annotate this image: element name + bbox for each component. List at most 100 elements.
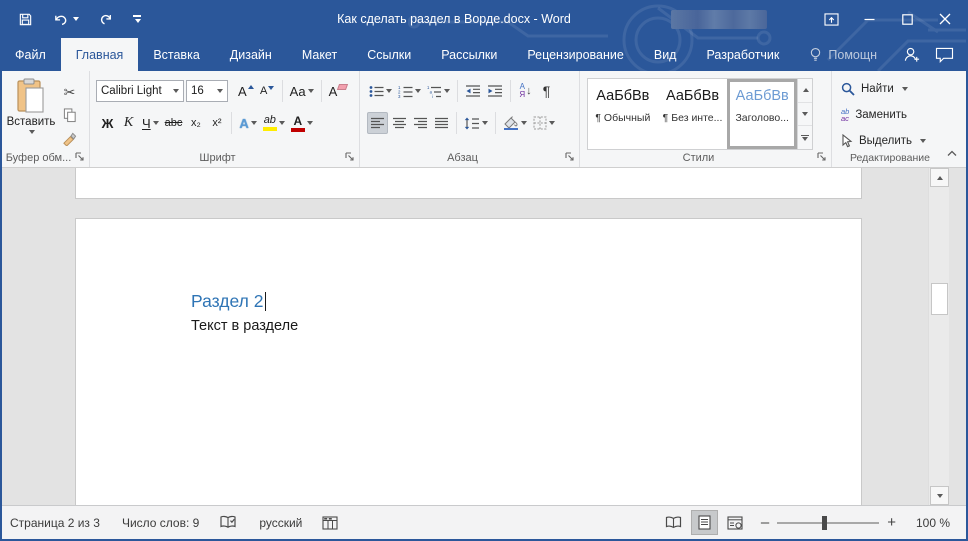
page-1-bottom[interactable] (75, 168, 862, 199)
tab-review[interactable]: Рецензирование (512, 38, 639, 71)
replace-button[interactable]: ab ac Заменить (841, 104, 907, 126)
page-indicator[interactable]: Страница 2 из 3 (10, 516, 100, 530)
align-center-button[interactable] (390, 112, 409, 134)
scroll-up-button[interactable] (930, 168, 949, 187)
ribbon-tab-row: Файл Главная Вставка Дизайн Макет Ссылки… (0, 38, 968, 71)
document-heading[interactable]: Раздел 2 (191, 291, 266, 312)
zoom-in-button[interactable]: + (879, 514, 904, 531)
styles-dialog-launcher[interactable] (816, 151, 827, 162)
line-spacing-icon (464, 117, 480, 130)
zoom-out-button[interactable]: – (753, 514, 777, 531)
read-mode-button[interactable] (660, 510, 687, 535)
sort-button[interactable]: А Я ↓ (516, 80, 535, 102)
style-no-spacing[interactable]: АаБбВв ¶ Без инте... (658, 79, 728, 149)
align-left-button[interactable] (367, 112, 388, 134)
clipboard-dialog-launcher[interactable] (74, 151, 85, 162)
tab-mailings[interactable]: Рассылки (426, 38, 512, 71)
tab-file[interactable]: Файл (0, 38, 61, 71)
styles-scroll-down[interactable] (798, 103, 812, 127)
tab-tell-me[interactable]: Помощн (794, 38, 892, 71)
justify-button[interactable] (432, 112, 451, 134)
select-button[interactable]: Выделить (841, 130, 926, 152)
style-heading[interactable]: АаБбВв Заголово... (727, 79, 797, 149)
tab-view[interactable]: Вид (639, 38, 692, 71)
font-name-combo[interactable]: Calibri Light (96, 80, 184, 102)
save-button[interactable] (16, 6, 35, 32)
style-normal[interactable]: АаБбВв ¶ Обычный (588, 79, 658, 149)
paragraph-dialog-launcher[interactable] (564, 151, 575, 162)
cut-button[interactable]: ✂ (60, 81, 79, 103)
strikethrough-button[interactable]: abc (163, 112, 185, 134)
format-painter-button[interactable] (60, 127, 79, 149)
tab-design[interactable]: Дизайн (215, 38, 287, 71)
paste-button[interactable]: Вставить (5, 78, 57, 160)
undo-button[interactable] (50, 6, 81, 32)
line-spacing-button[interactable] (462, 112, 490, 134)
multilevel-list-button[interactable]: 1 a i (425, 80, 452, 102)
clear-formatting-button[interactable]: A (327, 80, 350, 102)
styles-scroll-up[interactable] (798, 79, 812, 103)
change-case-button[interactable]: Aa (288, 80, 316, 102)
show-marks-button[interactable]: ¶ (537, 80, 556, 102)
scrollbar-thumb[interactable] (931, 283, 948, 315)
tab-layout[interactable]: Макет (287, 38, 352, 71)
document-body-text[interactable]: Текст в разделе (191, 318, 298, 334)
borders-button[interactable] (531, 112, 557, 134)
customize-quick-access-button[interactable] (131, 6, 143, 32)
redo-button[interactable] (96, 6, 116, 32)
underline-button[interactable]: Ч (140, 112, 161, 134)
styles-down-caret (802, 112, 808, 116)
copy-button[interactable] (60, 104, 79, 126)
bullets-button[interactable] (367, 80, 394, 102)
maximize-button[interactable] (888, 0, 926, 38)
vertical-scrollbar[interactable] (928, 168, 949, 505)
group-paragraph: 1 2 3 1 a i (360, 71, 580, 167)
font-separator (282, 80, 283, 102)
text-effects-button[interactable]: A (237, 112, 258, 134)
window-border-left (0, 0, 2, 541)
minimize-button[interactable] (850, 0, 888, 38)
web-layout-button[interactable] (722, 510, 749, 535)
status-bar-right: – + 100 % (660, 510, 966, 535)
collapse-ribbon-button[interactable] (945, 148, 959, 158)
shading-button[interactable] (501, 112, 529, 134)
tab-insert[interactable]: Вставка (138, 38, 214, 71)
superscript-button[interactable]: x² (207, 112, 226, 134)
increase-indent-button[interactable] (485, 80, 505, 102)
find-button[interactable]: Найти (841, 78, 908, 100)
zoom-slider-track[interactable] (777, 522, 879, 524)
zoom-level[interactable]: 100 % (916, 516, 950, 530)
ribbon-display-options-button[interactable] (812, 0, 850, 38)
numbering-icon: 1 2 3 (398, 85, 413, 98)
subscript-button[interactable]: x₂ (186, 112, 205, 134)
document-area[interactable]: Раздел 2 Текст в разделе (2, 168, 966, 505)
tab-references[interactable]: Ссылки (352, 38, 426, 71)
zoom-slider-thumb[interactable] (822, 516, 827, 530)
comment-icon[interactable] (935, 47, 954, 63)
bold-button[interactable]: Ж (98, 112, 117, 134)
grow-font-button[interactable]: A (236, 80, 256, 102)
align-left-icon (370, 117, 385, 129)
share-user-icon[interactable] (903, 46, 921, 63)
tab-home[interactable]: Главная (61, 38, 139, 71)
macro-indicator[interactable] (322, 516, 338, 530)
word-count[interactable]: Число слов: 9 (122, 516, 199, 530)
align-right-button[interactable] (411, 112, 430, 134)
redo-icon (98, 12, 114, 27)
italic-button[interactable]: К (119, 112, 138, 134)
scroll-down-button[interactable] (930, 486, 949, 505)
font-dialog-launcher[interactable] (344, 151, 355, 162)
font-size-combo[interactable]: 16 (186, 80, 228, 102)
language-indicator[interactable]: русский (259, 516, 302, 530)
print-layout-button[interactable] (691, 510, 718, 535)
tab-developer[interactable]: Разработчик (691, 38, 794, 71)
close-button[interactable] (926, 0, 964, 38)
shrink-font-button[interactable]: A (258, 80, 277, 102)
font-color-button[interactable]: A (289, 112, 315, 134)
decrease-indent-button[interactable] (463, 80, 483, 102)
highlight-color-button[interactable]: ab (261, 112, 287, 134)
page-2[interactable]: Раздел 2 Текст в разделе (75, 218, 862, 505)
numbering-button[interactable]: 1 2 3 (396, 80, 423, 102)
proofing-status[interactable] (219, 515, 237, 530)
styles-gallery-more[interactable] (798, 126, 812, 149)
